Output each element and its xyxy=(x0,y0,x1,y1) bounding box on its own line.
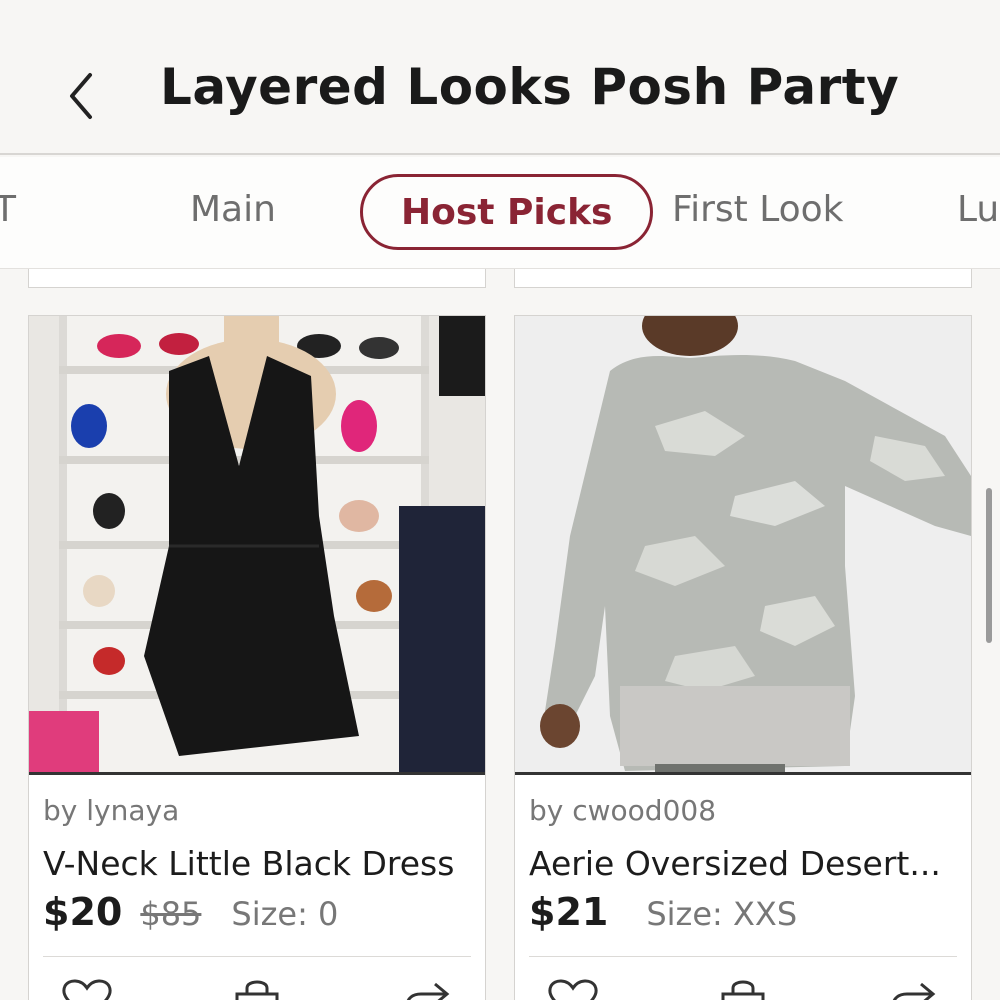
share-icon xyxy=(892,982,936,1000)
image-divider xyxy=(515,772,971,775)
back-button[interactable] xyxy=(50,60,110,130)
header: Layered Looks Posh Party xyxy=(0,0,1000,155)
size-label: Size: 0 xyxy=(231,895,339,933)
image-divider xyxy=(29,772,485,775)
tab-bar: T Main Host Picks First Look Lu xyxy=(0,157,1000,269)
tab-partial-right[interactable]: Lu xyxy=(957,174,999,250)
page-title: Layered Looks Posh Party xyxy=(160,58,900,116)
price: $20 xyxy=(43,890,123,934)
tab-partial-left[interactable]: T xyxy=(0,174,16,250)
price-row: $21 Size: XXS xyxy=(529,890,797,934)
heart-icon xyxy=(62,979,112,1000)
tab-host-picks[interactable]: Host Picks xyxy=(360,174,654,250)
previous-card-bottom xyxy=(28,269,486,288)
price-row: $20 $85 Size: 0 xyxy=(43,890,338,934)
chevron-left-icon xyxy=(70,73,92,119)
shopping-bag-icon xyxy=(235,980,279,1000)
shopping-bag-icon xyxy=(721,980,765,1000)
add-to-bundle-button[interactable] xyxy=(713,978,773,1000)
share-button[interactable] xyxy=(397,978,457,1000)
heart-icon xyxy=(548,979,598,1000)
share-button[interactable] xyxy=(883,978,943,1000)
seller-name[interactable]: by cwood008 xyxy=(529,794,716,827)
like-button[interactable] xyxy=(57,978,117,1000)
listing-title[interactable]: Aerie Oversized Desert... xyxy=(529,844,965,883)
tab-main[interactable]: Main xyxy=(190,174,276,250)
listing-card[interactable]: by lynaya V-Neck Little Black Dress $20 … xyxy=(28,315,486,1000)
actions-divider xyxy=(529,956,957,957)
listing-title[interactable]: V-Neck Little Black Dress xyxy=(43,844,479,883)
listing-image[interactable] xyxy=(515,316,971,774)
like-button[interactable] xyxy=(543,978,603,1000)
add-to-bundle-button[interactable] xyxy=(227,978,287,1000)
share-icon xyxy=(406,982,450,1000)
seller-name[interactable]: by lynaya xyxy=(43,794,179,827)
listing-image[interactable] xyxy=(29,316,485,774)
original-price: $85 xyxy=(140,895,202,933)
scrollbar[interactable] xyxy=(986,488,992,643)
tab-first-look[interactable]: First Look xyxy=(672,174,844,250)
actions-divider xyxy=(43,956,471,957)
previous-card-bottom xyxy=(514,269,972,288)
size-label: Size: XXS xyxy=(646,895,798,933)
listing-card[interactable]: by cwood008 Aerie Oversized Desert... $2… xyxy=(514,315,972,1000)
price: $21 xyxy=(529,890,609,934)
